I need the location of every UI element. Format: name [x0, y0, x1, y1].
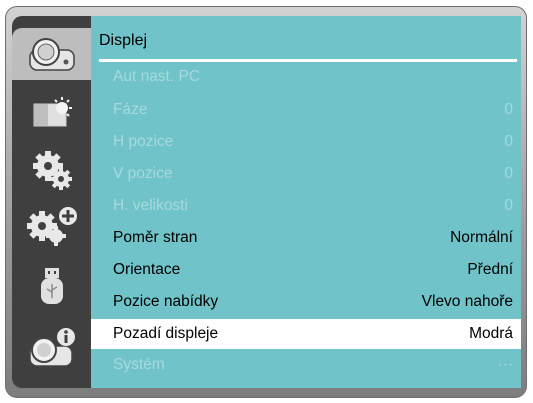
row-label: Orientace	[113, 261, 181, 278]
sidebar-item-usb[interactable]	[12, 260, 91, 312]
row-label: Pozadí displeje	[113, 325, 219, 342]
row-label: Systém	[113, 356, 165, 373]
row-label: Poměr stran	[113, 229, 198, 246]
row-value: 0	[504, 165, 513, 182]
row-value: Normální	[450, 229, 513, 246]
row-label: H. velikosti	[113, 197, 188, 214]
sidebar-item-advanced[interactable]	[12, 200, 91, 252]
row-value: Modrá	[469, 325, 513, 342]
sidebar-item-image[interactable]	[12, 88, 91, 140]
menu-row-auto-pc-adjust: Aut nast. PC	[91, 62, 521, 92]
row-label: Pozice nabídky	[113, 293, 219, 310]
row-value: 0	[504, 133, 513, 150]
sidebar-item-display[interactable]	[12, 28, 91, 80]
row-value: Vlevo nahoře	[421, 293, 513, 310]
menu-row-orientation[interactable]: Orientace Přední	[91, 255, 521, 285]
row-label: H pozice	[113, 133, 174, 150]
menu-row-display-background[interactable]: Pozadí displeje Modrá	[91, 319, 521, 349]
panel-title: Displej	[99, 32, 148, 49]
menu-row-system: Systém ···	[91, 350, 521, 380]
row-value: 0	[504, 197, 513, 214]
menu-category-sidebar	[12, 16, 91, 388]
row-label: Aut nast. PC	[113, 68, 201, 85]
advanced-settings-icon	[26, 207, 77, 246]
row-label: V pozice	[113, 165, 173, 182]
usb-icon	[40, 268, 63, 304]
menu-row-h-position: H pozice 0	[91, 127, 521, 157]
row-label: Fáze	[113, 101, 148, 118]
menu-row-menu-position[interactable]: Pozice nabídky Vlevo nahoře	[91, 287, 521, 317]
projector-icon	[28, 38, 75, 71]
display-settings-panel: Displej Aut nast. PC Fáze 0 H pozice 0 V…	[91, 16, 521, 388]
sidebar-item-settings[interactable]	[12, 144, 91, 196]
sidebar-item-info[interactable]	[12, 322, 91, 374]
image-adjust-icon	[33, 97, 72, 127]
menu-row-aspect-ratio[interactable]: Poměr stran Normální	[91, 223, 521, 253]
row-value: Přední	[467, 261, 513, 278]
row-value: 0	[504, 101, 513, 118]
menu-row-h-size: H. velikosti 0	[91, 191, 521, 221]
menu-row-v-position: V pozice 0	[91, 159, 521, 189]
settings-gear-icon	[32, 151, 72, 190]
menu-row-phase: Fáze 0	[91, 95, 521, 125]
information-icon	[28, 328, 75, 367]
row-value: ···	[497, 356, 514, 373]
